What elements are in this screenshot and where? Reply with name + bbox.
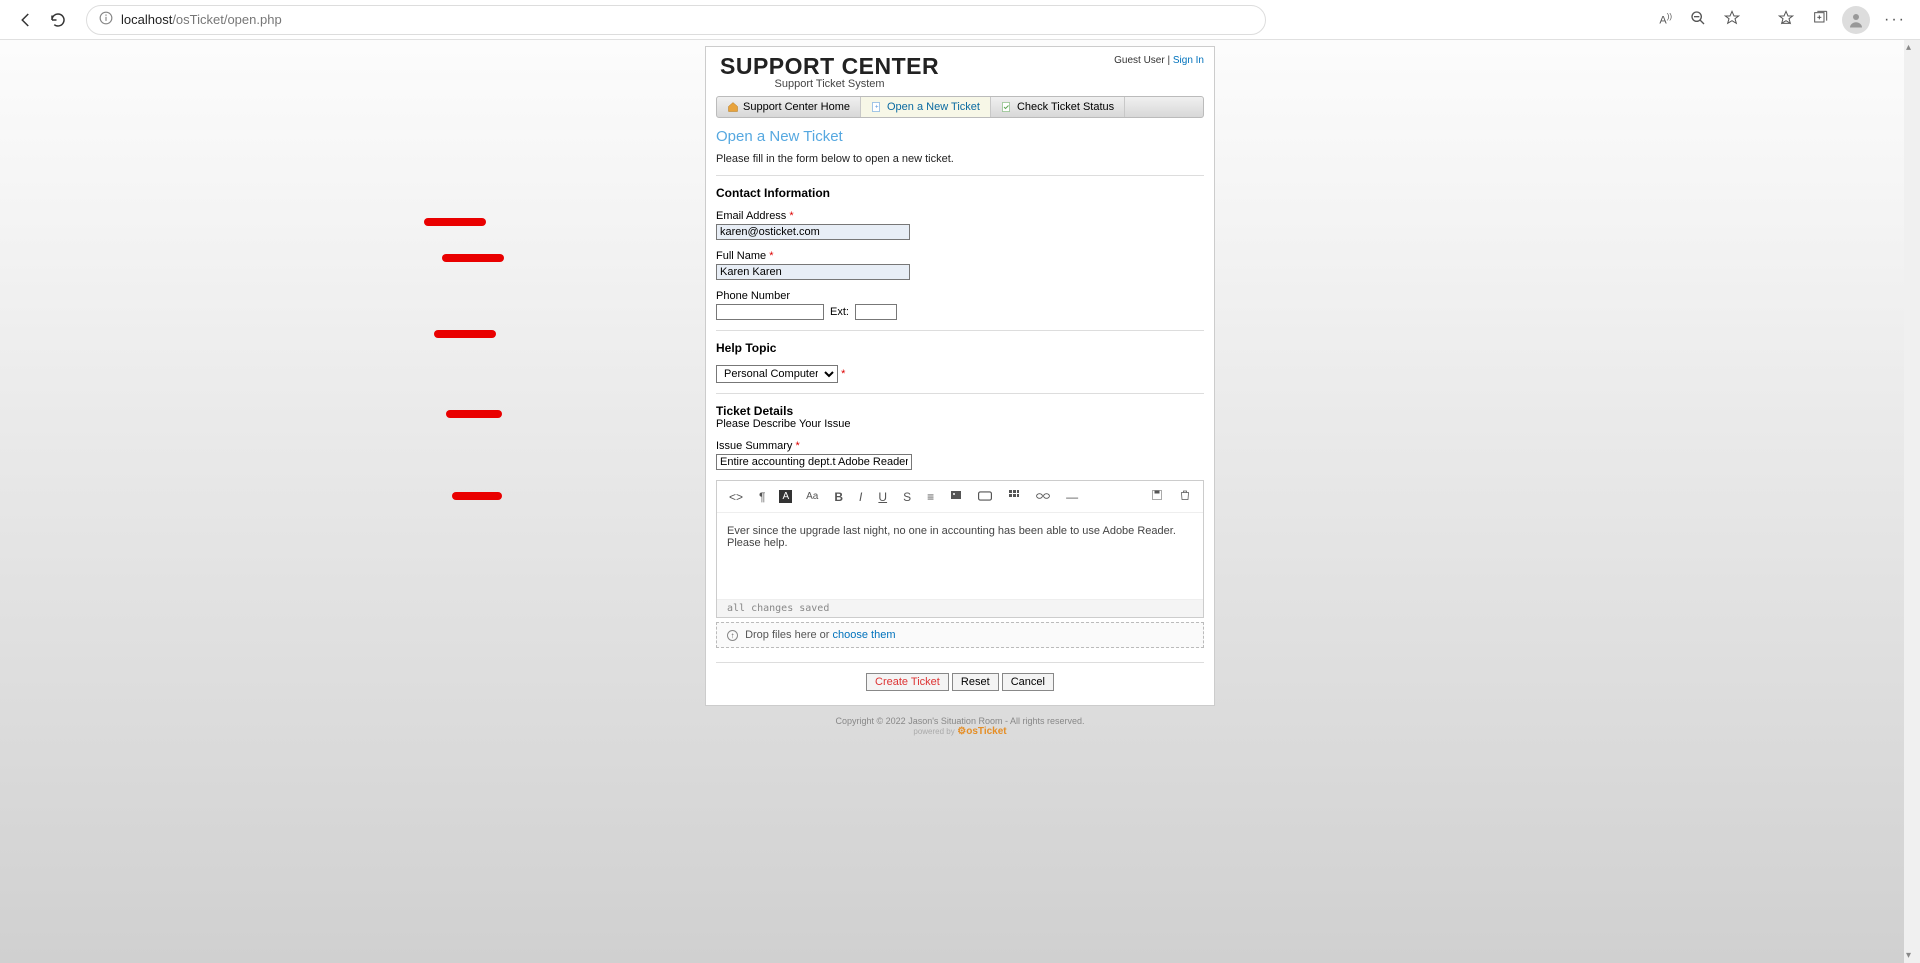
powered-by-label: powered by — [913, 727, 954, 736]
more-icon[interactable]: ··· — [1880, 7, 1910, 33]
page-intro: Please fill in the form below to open a … — [716, 153, 1204, 165]
strike-icon[interactable]: S — [901, 488, 913, 506]
link-icon[interactable] — [1034, 488, 1052, 506]
summary-label: Issue Summary — [716, 440, 792, 452]
rich-text-editor: <> ¶ A Aa B I U S ≡ — [716, 480, 1204, 618]
logo-title: SUPPORT CENTER — [720, 53, 939, 80]
nav-open-ticket[interactable]: + Open a New Ticket — [861, 97, 991, 117]
contact-section-title: Contact Information — [716, 186, 1204, 200]
table-icon[interactable] — [1006, 487, 1022, 506]
annotation-mark — [452, 492, 502, 500]
ext-label: Ext: — [830, 306, 849, 318]
back-button[interactable] — [10, 4, 42, 36]
list-icon[interactable]: ≡ — [925, 488, 936, 506]
browser-toolbar: localhost/osTicket/open.php A)) ··· — [0, 0, 1920, 40]
url-path: /osTicket/open.php — [172, 12, 281, 27]
font-size-icon[interactable]: Aa — [804, 489, 820, 504]
nav-status-label: Check Ticket Status — [1017, 101, 1114, 113]
ticket-details-desc: Please Describe Your Issue — [716, 418, 1204, 430]
main-container: SUPPORT CENTER Support Ticket System Gue… — [705, 46, 1215, 706]
profile-avatar[interactable] — [1842, 6, 1870, 34]
favorites-icon[interactable] — [1774, 6, 1798, 33]
phone-label: Phone Number — [716, 290, 1204, 302]
video-icon[interactable] — [976, 488, 994, 506]
divider — [716, 175, 1204, 176]
collections-icon[interactable] — [1808, 6, 1832, 33]
annotation-mark — [424, 218, 486, 226]
issue-summary-field[interactable] — [716, 454, 912, 470]
hr-icon[interactable]: — — [1064, 488, 1080, 506]
cancel-button[interactable]: Cancel — [1002, 673, 1054, 691]
vertical-scrollbar[interactable]: ▴ ▾ — [1904, 40, 1920, 963]
email-label: Email Address — [716, 210, 786, 222]
reset-button[interactable]: Reset — [952, 673, 999, 691]
underline-icon[interactable]: U — [876, 488, 889, 506]
copyright: Copyright © 2022 Jason's Situation Room … — [0, 716, 1920, 726]
code-view-icon[interactable]: <> — [727, 488, 745, 506]
svg-text:+: + — [875, 105, 879, 111]
fullname-label: Full Name — [716, 250, 766, 262]
home-icon — [727, 101, 739, 113]
phone-field[interactable] — [716, 304, 824, 320]
divider — [716, 330, 1204, 331]
save-draft-icon[interactable] — [1149, 487, 1165, 506]
status-icon — [1001, 101, 1013, 113]
help-topic-label: Help Topic — [716, 341, 1204, 355]
editor-status: all changes saved — [717, 599, 1203, 617]
zoom-out-icon[interactable] — [1686, 6, 1710, 33]
editor-body[interactable]: Ever since the upgrade last night, no on… — [717, 513, 1203, 599]
font-color-icon[interactable]: A — [779, 490, 792, 503]
user-bar: Guest User | Sign In — [1114, 55, 1204, 66]
read-aloud-icon[interactable]: A)) — [1655, 8, 1676, 31]
bold-icon[interactable]: B — [832, 488, 845, 506]
divider — [716, 393, 1204, 394]
fullname-field[interactable] — [716, 264, 910, 280]
info-icon — [99, 11, 113, 28]
paragraph-icon[interactable]: ¶ — [757, 488, 767, 506]
ticket-details-title: Ticket Details — [716, 404, 1204, 418]
footer: Copyright © 2022 Jason's Situation Room … — [0, 716, 1920, 757]
annotation-mark — [446, 410, 502, 418]
new-ticket-icon: + — [871, 101, 883, 113]
nav-open-label: Open a New Ticket — [887, 101, 980, 113]
brand-name: ⚙osTicket — [957, 726, 1006, 737]
signin-link[interactable]: Sign In — [1173, 55, 1204, 66]
help-topic-select[interactable]: Personal Computer Issues — [716, 365, 838, 383]
annotation-mark — [442, 254, 504, 262]
refresh-button[interactable] — [42, 4, 74, 36]
file-dropzone[interactable]: ↑ Drop files here or choose them — [716, 622, 1204, 648]
dropzone-text: Drop files here or — [745, 629, 832, 641]
nav-home[interactable]: Support Center Home — [717, 97, 861, 117]
annotation-mark — [434, 330, 496, 338]
nav-check-status[interactable]: Check Ticket Status — [991, 97, 1125, 117]
favorites-add-icon[interactable] — [1720, 6, 1744, 33]
upload-icon: ↑ — [727, 630, 738, 641]
trash-icon[interactable] — [1177, 487, 1193, 506]
email-field[interactable] — [716, 224, 910, 240]
ext-field[interactable] — [855, 304, 897, 320]
logo: SUPPORT CENTER Support Ticket System — [720, 53, 939, 90]
nav-home-label: Support Center Home — [743, 101, 850, 113]
choose-files-link[interactable]: choose them — [833, 629, 896, 641]
image-icon[interactable] — [948, 487, 964, 506]
italic-icon[interactable]: I — [857, 488, 864, 506]
address-bar[interactable]: localhost/osTicket/open.php — [86, 5, 1266, 35]
main-nav: Support Center Home + Open a New Ticket … — [716, 96, 1204, 118]
create-ticket-button[interactable]: Create Ticket — [866, 673, 949, 691]
url-host: localhost — [121, 12, 172, 27]
guest-label: Guest User — [1114, 55, 1165, 66]
page-title: Open a New Ticket — [716, 128, 1204, 145]
